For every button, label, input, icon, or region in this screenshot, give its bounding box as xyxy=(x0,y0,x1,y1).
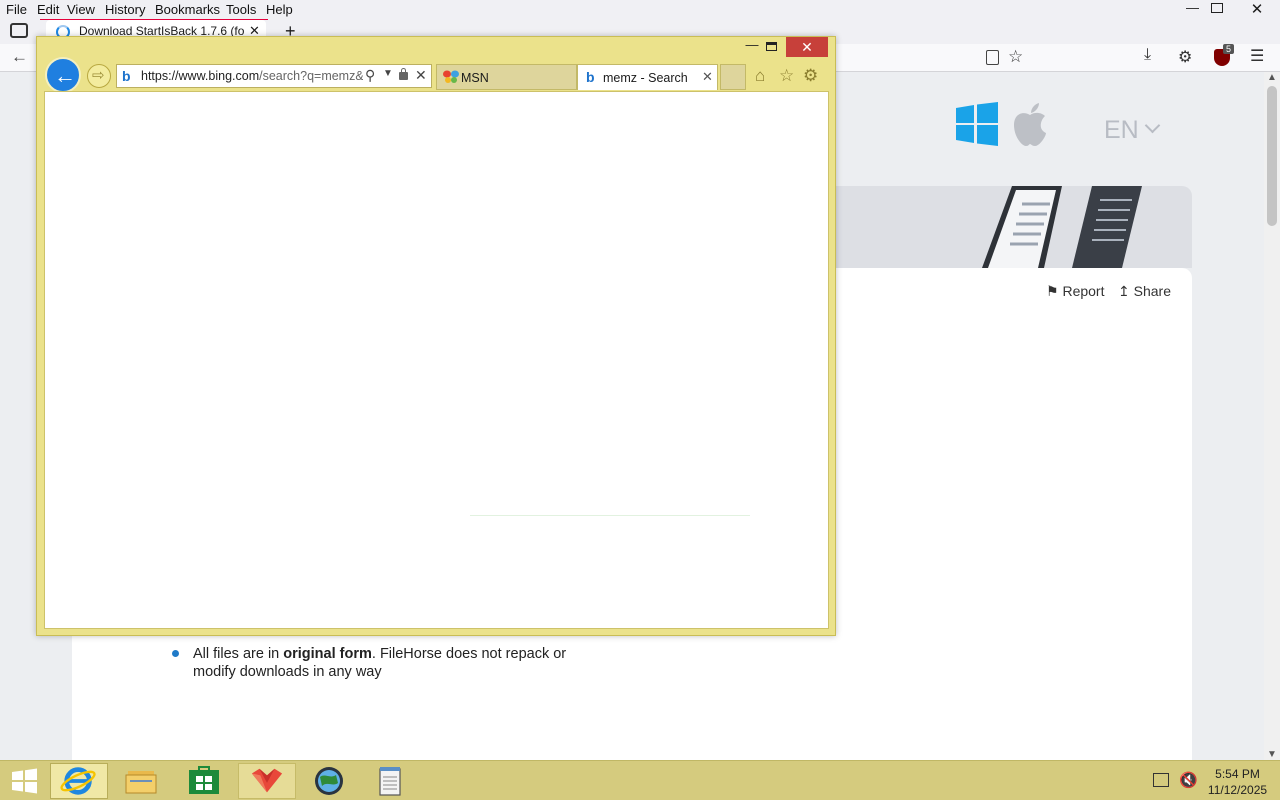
taskbar-internet-explorer[interactable] xyxy=(50,763,108,799)
downloads-icon[interactable]: ⤓ xyxy=(1144,46,1151,64)
ie-back-button[interactable]: ← xyxy=(45,57,81,93)
internet-explorer-window: — ✕ ← ⇨ b https://www.bing.com/search?q=… xyxy=(36,36,836,636)
ie-address-input[interactable]: https://www.bing.com/search?q=memz&form=… xyxy=(141,69,363,83)
scroll-up-icon[interactable]: ▲ xyxy=(1267,72,1277,83)
feature-text-bold: original form xyxy=(283,646,372,662)
notepad-icon[interactable] xyxy=(362,763,420,799)
ie-tab-memz-search[interactable]: b memz - Search ✕ xyxy=(577,64,718,90)
forward-arrow-icon: ⇨ xyxy=(92,67,105,84)
ie-tab-msn[interactable]: MSN xyxy=(436,64,577,90)
feature-text: All files are in original form. FileHors… xyxy=(193,645,593,681)
url-scheme: https://www. xyxy=(141,69,209,83)
msn-butterfly-icon xyxy=(443,70,459,83)
extensions-icon[interactable]: ⚙ xyxy=(1178,47,1192,67)
menu-help[interactable]: Help xyxy=(266,2,293,17)
ie-tab-memz-title: memz - Search xyxy=(603,71,688,85)
volume-muted-icon[interactable]: 🔇 xyxy=(1179,771,1198,789)
ie-new-tab-button[interactable] xyxy=(720,64,746,90)
feature-text-prefix: All files are in xyxy=(193,646,284,662)
ie-address-bar[interactable]: b https://www.bing.com/search?q=memz&for… xyxy=(116,64,432,88)
ie-close-button[interactable]: ✕ xyxy=(786,37,828,57)
firefox-minimize-button[interactable]: — xyxy=(1186,0,1199,15)
taskbar-firefox-alt[interactable] xyxy=(238,763,296,799)
url-host: bing.com xyxy=(208,69,260,83)
feature-bullet xyxy=(172,650,179,657)
menu-history[interactable]: History xyxy=(105,2,145,17)
share-link[interactable]: ↥ Share xyxy=(1118,283,1171,300)
rendering-artifact xyxy=(470,515,750,516)
ublock-badge: 5 xyxy=(1223,44,1235,54)
ie-tab-close-icon[interactable]: ✕ xyxy=(702,69,713,85)
menu-bookmarks[interactable]: Bookmarks xyxy=(155,2,220,17)
firefox-back-button[interactable]: ← xyxy=(11,47,28,67)
lock-icon[interactable] xyxy=(399,72,408,80)
stop-icon[interactable]: ✕ xyxy=(415,67,427,84)
share-label: Share xyxy=(1133,283,1171,299)
apple-os-icon[interactable] xyxy=(1012,103,1048,147)
menu-view[interactable]: View xyxy=(67,2,95,17)
globe-app-icon[interactable] xyxy=(300,763,358,799)
menu-file[interactable]: File xyxy=(6,2,27,17)
windows-taskbar: 🔇 5:54 PM 11/12/2025 xyxy=(0,760,1280,800)
firefox-restore-button[interactable] xyxy=(1211,3,1223,13)
firefox-icon xyxy=(251,768,283,793)
reader-view-icon[interactable] xyxy=(986,50,999,65)
tab-list-icon[interactable] xyxy=(10,23,28,38)
bing-icon: b xyxy=(586,69,595,85)
settings-gear-icon[interactable]: ⚙ xyxy=(803,66,818,86)
hamburger-menu-icon[interactable]: ☰ xyxy=(1250,46,1264,66)
file-explorer-icon[interactable] xyxy=(112,763,170,799)
scroll-down-icon[interactable]: ▼ xyxy=(1267,749,1277,760)
ie-page-content[interactable] xyxy=(44,91,829,629)
internet-explorer-icon xyxy=(60,767,96,795)
home-icon[interactable]: ⌂ xyxy=(755,66,765,86)
firefox-menubar: File Edit View History Bookmarks Tools H… xyxy=(0,0,1280,21)
firefox-scrollbar[interactable]: ▲ ▼ xyxy=(1264,72,1280,760)
back-arrow-icon: ← xyxy=(54,63,76,88)
report-label: Report xyxy=(1062,283,1105,299)
windows-os-icon[interactable] xyxy=(956,102,998,146)
ie-maximize-button[interactable] xyxy=(766,42,777,51)
menu-edit[interactable]: Edit xyxy=(37,2,59,17)
language-selector[interactable]: EN xyxy=(1104,116,1139,145)
ie-minimize-button[interactable]: — xyxy=(739,37,765,57)
ie-forward-button[interactable]: ⇨ xyxy=(87,64,111,88)
url-path: /search?q=memz&form=QBLH xyxy=(259,69,363,83)
bing-icon: b xyxy=(122,68,131,84)
taskbar-clock-time[interactable]: 5:54 PM xyxy=(1200,767,1275,781)
report-link[interactable]: ⚑ Report xyxy=(1046,283,1104,300)
search-icon[interactable]: ⚲ xyxy=(365,67,375,84)
address-dropdown-icon[interactable]: ▼ xyxy=(383,68,393,79)
menu-tools[interactable]: Tools xyxy=(226,2,256,17)
taskbar-clock-date[interactable]: 11/12/2025 xyxy=(1200,783,1275,797)
firefox-close-button[interactable]: ✕ xyxy=(1234,0,1280,20)
network-tray-icon[interactable] xyxy=(1153,773,1169,787)
software-illustration xyxy=(982,186,1142,268)
bookmark-star-icon[interactable]: ☆ xyxy=(1008,47,1023,67)
favorites-star-icon[interactable]: ☆ xyxy=(779,66,794,86)
windows-store-icon[interactable] xyxy=(175,763,233,799)
ie-tab-msn-title: MSN xyxy=(461,71,489,85)
scrollbar-thumb[interactable] xyxy=(1267,86,1277,226)
